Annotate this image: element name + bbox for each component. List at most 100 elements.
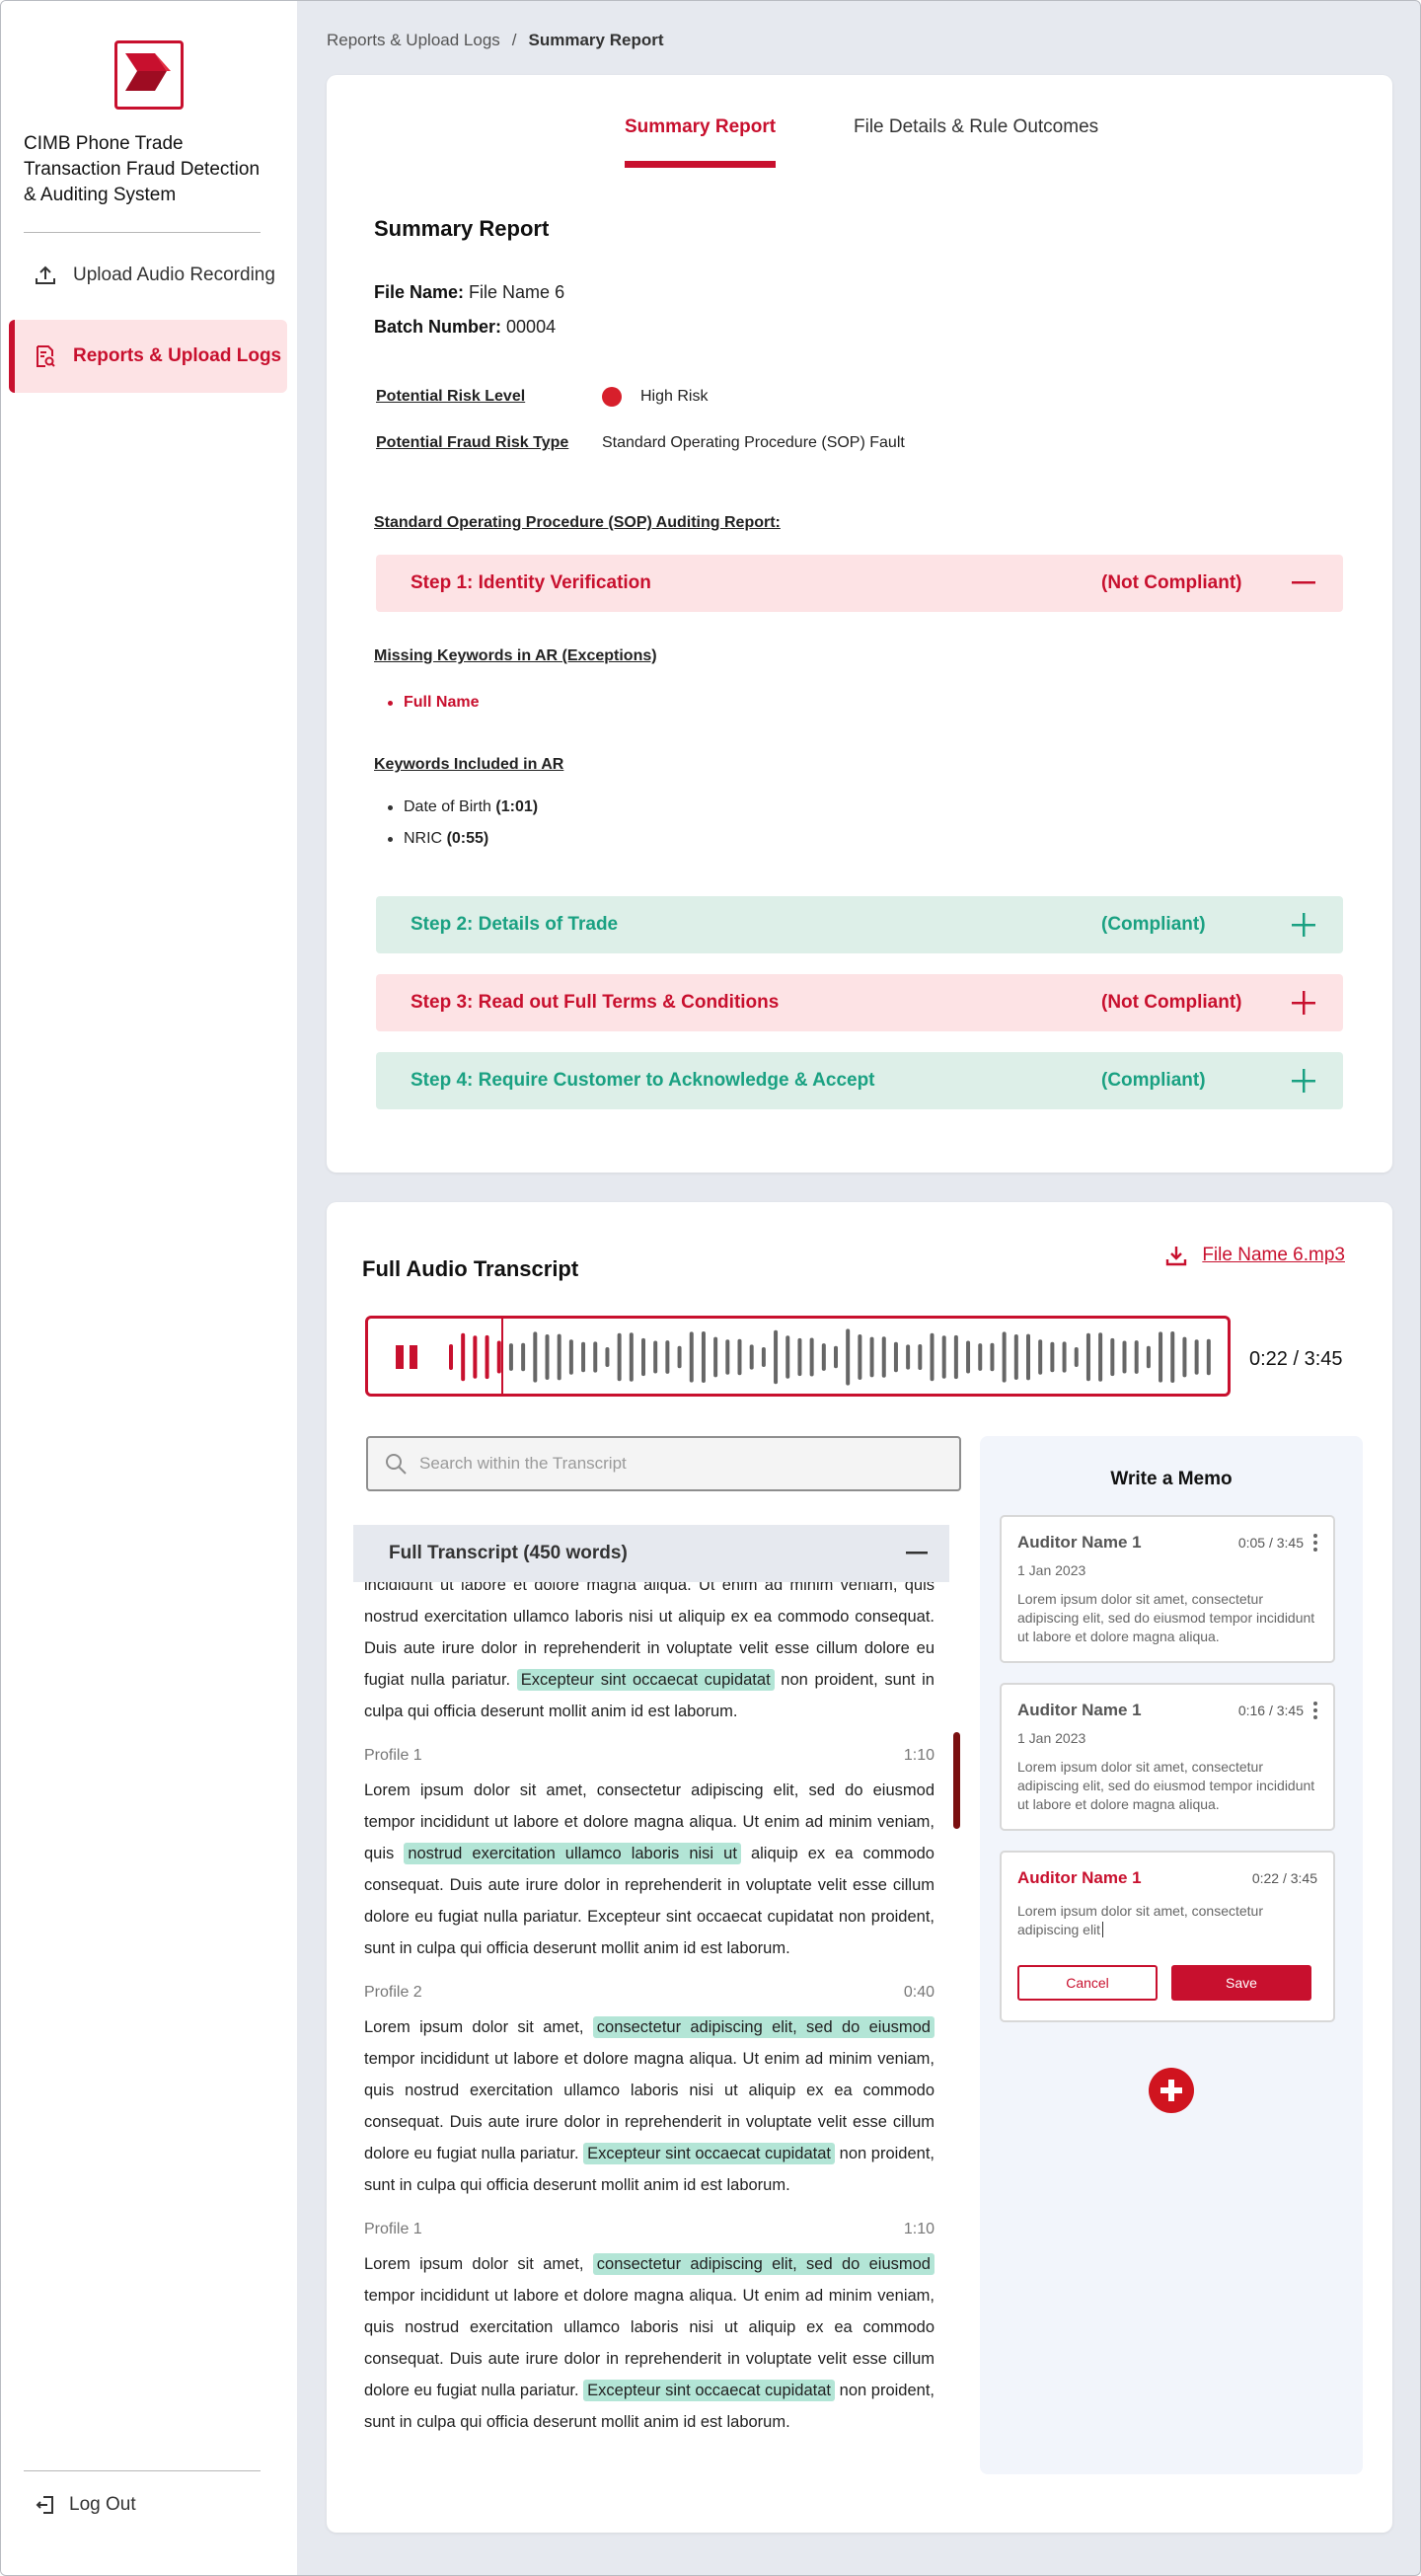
breadcrumb-current: Summary Report [528,31,664,49]
memo-date: 1 Jan 2023 [1017,1562,1086,1578]
waveform-bar [689,1331,694,1383]
report-icon [32,342,59,370]
nav-reports[interactable]: Reports & Upload Logs [9,320,287,393]
memo-timestamp[interactable]: 0:16 / 3:45 [1238,1703,1304,1718]
waveform-bar [545,1334,550,1380]
keyword-highlight[interactable]: Excepteur sint occaecat cupidatat [583,2143,836,2164]
audio-file-name: File Name 6.mp3 [1202,1245,1345,1265]
sidebar-bottom-divider [24,2470,261,2471]
transcript-search[interactable] [366,1436,961,1491]
waveform-bar [893,1341,898,1373]
step-2-status: (Compliant) [1101,914,1206,935]
summary-title: Summary Report [374,216,550,241]
waveform-bar [449,1344,453,1370]
transcript-paragraph: Lorem ipsum dolor sit amet, consectetur … [364,2253,935,2431]
memo-author: Auditor Name 1 [1017,1533,1142,1552]
waveform-bar [521,1342,526,1372]
waveform-bar [1194,1339,1199,1375]
memo-panel: Write a Memo Auditor Name 1 0:05 / 3:45 … [980,1436,1363,2474]
waveform-bar [821,1343,826,1371]
waveform-bar [737,1338,742,1376]
report-tabs: Summary Report File Details & Rule Outco… [327,116,1392,168]
audio-player[interactable] [365,1316,1231,1397]
waveform-bar [713,1336,718,1378]
breadcrumb-parent[interactable]: Reports & Upload Logs [327,31,500,50]
memo-card[interactable]: Auditor Name 1 0:16 / 3:45 1 Jan 2023 Lo… [1000,1683,1335,1831]
memo-date: 1 Jan 2023 [1017,1730,1086,1746]
memo-card[interactable]: Auditor Name 1 0:05 / 3:45 1 Jan 2023 Lo… [1000,1515,1335,1663]
batch-number-label: Batch Number: [374,317,502,337]
transcript-scrollbar[interactable] [953,1732,960,1829]
keyword-highlight[interactable]: consectetur adipiscing elit, sed do eius… [592,2016,935,2038]
app-title: CIMB Phone Trade Transaction Fraud Detec… [24,133,261,205]
cimb-logo [114,40,184,110]
pause-button[interactable] [394,1343,423,1373]
search-input[interactable] [419,1454,933,1474]
more-options-icon[interactable] [1313,1702,1317,1719]
keyword-highlight[interactable]: nostrud exercitation ullamco laboris nis… [404,1843,741,1864]
waveform-bar [834,1345,838,1369]
step-3-name: Step 3: Read out Full Terms & Conditions [411,992,780,1013]
waveform-bar [869,1336,874,1378]
cancel-button[interactable]: Cancel [1017,1965,1158,2001]
step-4-name: Step 4: Require Customer to Acknowledge … [411,1070,875,1091]
waveform[interactable] [447,1326,1217,1388]
waveform-bar [858,1334,862,1380]
step-4-status: (Compliant) [1101,1070,1206,1091]
waveform-bar [605,1347,610,1367]
waveform-bar [593,1341,598,1373]
step-2-accordion[interactable]: Step 2: Details of Trade (Compliant) [376,896,1343,953]
logout-label: Log Out [69,2494,136,2515]
fraud-risk-type-value: Standard Operating Procedure (SOP) Fault [602,434,905,451]
fraud-risk-type-label: Potential Fraud Risk Type [376,434,569,451]
waveform-bar [1182,1336,1187,1378]
download-icon [1166,1247,1187,1266]
tab-summary-report[interactable]: Summary Report [625,116,777,168]
memo-timestamp[interactable]: 0:05 / 3:45 [1238,1535,1304,1551]
speaker-timestamp[interactable]: 1:10 [904,2221,935,2238]
waveform-bar [1002,1331,1007,1383]
full-transcript-label: Full Transcript (450 words) [389,1543,628,1563]
more-options-icon[interactable] [1313,1534,1317,1552]
memo-body: Lorem ipsum dolor sit amet, consectetur … [1017,1759,1315,1812]
nav-reports-label: Reports & Upload Logs [73,345,282,366]
step-3-accordion[interactable]: Step 3: Read out Full Terms & Conditions… [376,974,1343,1031]
speaker-timestamp[interactable]: 0:40 [904,1984,935,2002]
add-memo-button[interactable] [1149,2068,1194,2113]
keyword-highlight[interactable]: Excepteur sint occaecat cupidatat [516,1669,775,1691]
waveform-bar [1026,1333,1030,1381]
waveform-bar [701,1331,706,1383]
waveform-bar [918,1344,923,1370]
keyword-highlight[interactable]: Excepteur sint occaecat cupidatat [583,2380,836,2401]
transcript-body[interactable]: incididunt ut labore et dolore magna ali… [364,1582,935,2470]
memo-author: Auditor Name 1 [1017,1701,1142,1719]
waveform-bar [665,1340,670,1374]
speaker-name: Profile 1 [364,1747,422,1764]
included-keywords-title: Keywords Included in AR [374,756,564,773]
summary-card: Summary Report File Details & Rule Outco… [327,75,1392,1173]
audio-download-link[interactable]: File Name 6.mp3 [1164,1244,1345,1267]
transcript-paragraph: incididunt ut labore et dolore magna ali… [364,1582,935,1720]
save-button[interactable]: Save [1171,1965,1311,2001]
waveform-bar [568,1339,573,1375]
waveform-bar [774,1329,779,1385]
nav-upload-audio[interactable]: Upload Audio Recording [9,239,287,312]
step-1-accordion[interactable]: Step 1: Identity Verification (Not Compl… [376,555,1343,612]
playhead[interactable] [500,1319,503,1394]
step-1-name: Step 1: Identity Verification [411,572,651,593]
waveform-bar [941,1335,946,1379]
logout-button[interactable]: Log Out [36,2494,136,2516]
waveform-bar [1122,1340,1127,1374]
step-4-accordion[interactable]: Step 4: Require Customer to Acknowledge … [376,1052,1343,1109]
memo-draft-textarea[interactable]: Lorem ipsum dolor sit amet, consectetur … [1017,1902,1317,1939]
memo-draft-timestamp: 0:22 / 3:45 [1251,1870,1317,1886]
speaker-name: Profile 1 [364,2221,422,2237]
tab-file-details[interactable]: File Details & Rule Outcomes [854,116,1098,168]
keyword-highlight[interactable]: consectetur adipiscing elit, sed do eius… [592,2253,935,2275]
waveform-bar [617,1332,622,1382]
waveform-bar [653,1340,658,1374]
full-transcript-accordion[interactable]: Full Transcript (450 words) [353,1525,949,1582]
expand-plus-icon [1289,1066,1318,1096]
waveform-bar [1013,1334,1018,1380]
speaker-timestamp[interactable]: 1:10 [904,1747,935,1765]
